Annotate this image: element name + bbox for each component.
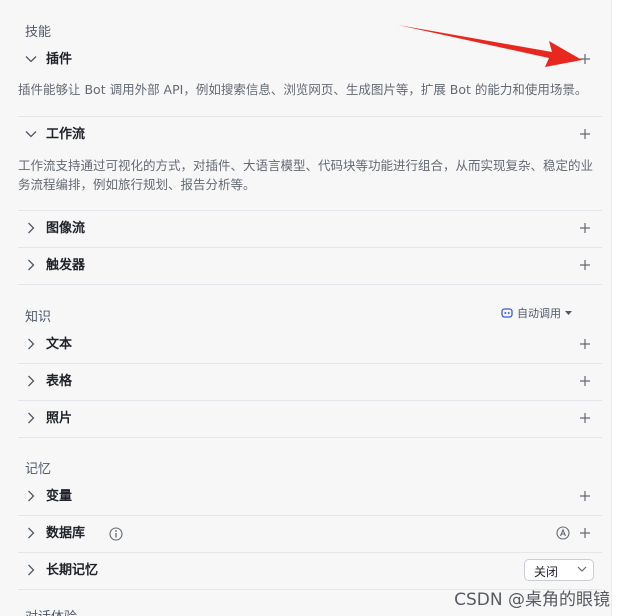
chevron-right-icon[interactable] <box>24 411 38 425</box>
section-title-memory: 记忆 <box>25 462 52 477</box>
variable-row[interactable]: 变量 <box>18 479 602 515</box>
workflow-label: 工作流 <box>46 127 86 142</box>
photo-label: 照片 <box>46 411 73 426</box>
add-workflow-icon[interactable] <box>578 127 592 141</box>
plugins-label: 插件 <box>46 52 73 67</box>
chevron-down-icon[interactable] <box>24 127 38 141</box>
robot-icon <box>501 308 513 318</box>
chevron-down-icon[interactable] <box>24 52 38 66</box>
add-text-icon[interactable] <box>578 337 592 351</box>
chevron-right-icon[interactable] <box>24 337 38 351</box>
add-database-icon[interactable] <box>578 526 592 540</box>
bot-config-panel: 技能 插件 插件能够让 Bot 调用外部 API，例如搜索信息、浏览网页、生成图… <box>0 0 612 616</box>
add-photo-icon[interactable] <box>578 411 592 425</box>
auto-call-dropdown[interactable]: 自动调用 <box>501 305 572 321</box>
database-row[interactable]: 数据库 <box>18 516 602 552</box>
text-label: 文本 <box>46 337 73 352</box>
workflow-description: 工作流支持通过可视化的方式，对插件、大语言模型、代码块等功能进行组合，从而实现复… <box>18 158 594 192</box>
database-label: 数据库 <box>46 526 86 541</box>
chevron-right-icon[interactable] <box>24 563 38 577</box>
trigger-row[interactable]: 触发器 <box>18 248 602 284</box>
photo-row[interactable]: 照片 <box>18 401 602 437</box>
section-title-skills: 技能 <box>25 25 52 40</box>
variable-label: 变量 <box>46 489 73 504</box>
long-term-memory-label: 长期记忆 <box>46 563 99 578</box>
imageflow-label: 图像流 <box>46 221 86 236</box>
watermark: CSDN @桌角的眼镜 <box>454 590 610 610</box>
plugins-description: 插件能够让 Bot 调用外部 API，例如搜索信息、浏览网页、生成图片等，扩展 … <box>18 82 588 97</box>
table-row[interactable]: 表格 <box>18 364 602 400</box>
divider <box>18 284 602 285</box>
add-imageflow-icon[interactable] <box>578 221 592 235</box>
scrollbar[interactable] <box>611 0 624 616</box>
auto-mode-icon[interactable] <box>556 526 570 540</box>
section-title-knowledge: 知识 <box>25 310 52 325</box>
table-label: 表格 <box>46 374 73 389</box>
chevron-right-icon[interactable] <box>24 489 38 503</box>
chevron-right-icon[interactable] <box>24 258 38 272</box>
chevron-right-icon[interactable] <box>24 526 38 540</box>
plugins-row[interactable]: 插件 <box>18 42 602 78</box>
caret-down-icon <box>565 310 572 315</box>
info-icon[interactable] <box>109 527 123 541</box>
add-variable-icon[interactable] <box>578 489 592 503</box>
trigger-label: 触发器 <box>46 258 86 273</box>
add-plugin-icon[interactable] <box>578 52 592 66</box>
add-trigger-icon[interactable] <box>578 258 592 272</box>
add-table-icon[interactable] <box>578 374 592 388</box>
chevron-right-icon[interactable] <box>24 374 38 388</box>
divider <box>18 437 602 438</box>
auto-call-label: 自动调用 <box>517 307 561 320</box>
section-title-conversation: 对话体验 <box>25 606 77 616</box>
long-term-memory-row[interactable]: 长期记忆 关闭 <box>18 553 602 589</box>
chevron-right-icon[interactable] <box>24 221 38 235</box>
long-term-memory-select[interactable]: 关闭 <box>524 559 594 581</box>
workflow-row[interactable]: 工作流 <box>18 117 602 153</box>
chevron-down-icon <box>577 566 587 572</box>
imageflow-row[interactable]: 图像流 <box>18 211 602 247</box>
text-row[interactable]: 文本 <box>18 327 602 363</box>
select-value: 关闭 <box>534 565 559 579</box>
